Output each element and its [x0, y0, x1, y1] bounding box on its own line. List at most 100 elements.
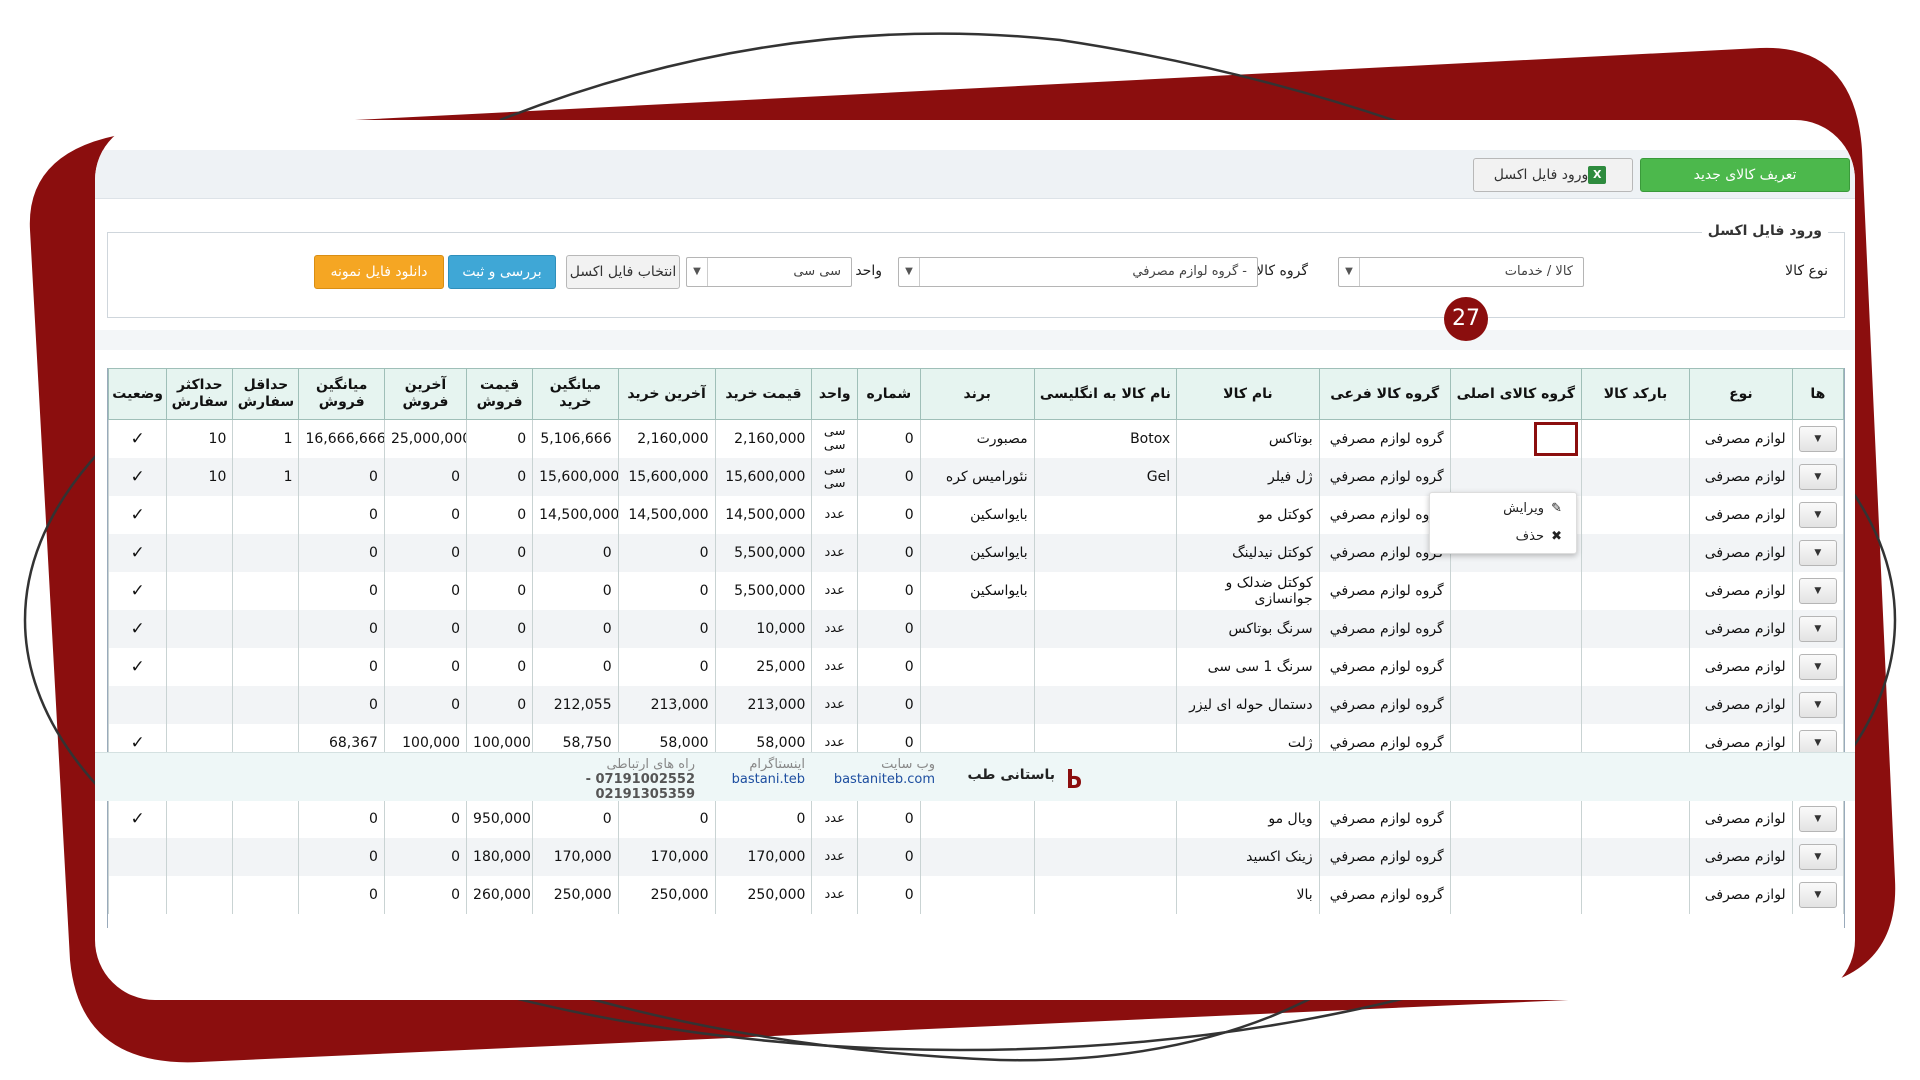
- cell-sub-group: گروه لوازم مصرفي: [1318, 838, 1451, 876]
- table-row[interactable]: ▼ لوازم مصرفی گروه لوازم مصرفي ویال مو 0 عدد 0…: [108, 800, 1844, 838]
- cell-sub-group: گروه لوازم مصرفي: [1318, 572, 1451, 610]
- row-actions-dropdown-button[interactable]: ▼: [1798, 540, 1837, 566]
- review-submit-button[interactable]: بررسی و ثبت: [448, 255, 556, 289]
- cell-type: لوازم مصرفی: [1689, 876, 1793, 914]
- excel-import-label: ورود فایل اکسل: [1493, 167, 1589, 183]
- row-action-cell: ▼: [1791, 496, 1844, 534]
- group-label: گروه کالا: [1256, 263, 1308, 279]
- cell-max-order: 10: [166, 458, 234, 496]
- cell-last-buy: 0: [617, 572, 716, 610]
- cell-number: 0: [857, 572, 921, 610]
- table-row[interactable]: ▼ لوازم مصرفی گروه لوازم مصرفي کوکتل نیدلین…: [108, 534, 1844, 572]
- website-link[interactable]: bastaniteb.com: [834, 772, 935, 787]
- cell-last-buy: 14,500,000: [617, 496, 716, 534]
- cell-buy-price: 10,000: [714, 610, 813, 648]
- cell-last-sell: 0: [383, 458, 468, 496]
- column-header: برند: [919, 368, 1035, 420]
- column-header: آخرین خرید: [617, 368, 716, 420]
- type-select-value: کالا / خدمات: [1504, 264, 1573, 279]
- row-actions-dropdown-button[interactable]: ▼: [1798, 654, 1837, 680]
- website-title: وب سایت: [881, 757, 935, 772]
- download-sample-button[interactable]: دانلود فایل نمونه: [314, 255, 444, 289]
- table-row[interactable]: ▼ لوازم مصرفی گروه لوازم مصرفي ژل فیلر Gel نئ…: [108, 458, 1844, 496]
- unit-select[interactable]: سی سی ▼: [686, 257, 852, 287]
- cell-avg-buy: 250,000: [532, 876, 619, 914]
- cell-last-buy: 250,000: [617, 876, 716, 914]
- row-actions-dropdown-button[interactable]: ▼: [1798, 578, 1837, 604]
- cell-min-order: [232, 800, 300, 838]
- cell-sub-group: گروه لوازم مصرفي: [1318, 686, 1451, 724]
- unit-select-value: سی سی: [793, 264, 841, 279]
- table-row[interactable]: ▼ لوازم مصرفی گروه لوازم مصرفي بالا 0 عدد 250,…: [108, 876, 1844, 914]
- table-body: ▼ لوازم مصرفی گروه لوازم مصرفي بوتاکس Botox م…: [108, 419, 1844, 914]
- cell-last-buy: 0: [617, 648, 716, 686]
- instagram-link[interactable]: bastani.teb: [725, 772, 805, 787]
- cell-sub-group: گروه لوازم مصرفي: [1318, 876, 1451, 914]
- cell-status: [108, 876, 168, 914]
- column-header: نام کالا به انگلیسی: [1033, 368, 1178, 420]
- row-actions-dropdown-button[interactable]: ▼: [1798, 806, 1837, 832]
- column-header: وضعیت: [108, 368, 168, 420]
- cell-last-sell: 0: [383, 496, 468, 534]
- cell-number: 0: [857, 648, 921, 686]
- row-actions-dropdown-button[interactable]: ▼: [1798, 426, 1837, 452]
- cell-sell-price: 260,000: [466, 876, 534, 914]
- table-row[interactable]: ▼ لوازم مصرفی گروه لوازم مصرفي سرنگ بوتاکس 0…: [108, 610, 1844, 648]
- cell-barcode: [1580, 496, 1691, 534]
- table-row[interactable]: ▼ لوازم مصرفی گروه لوازم مصرفي کوکتل مو بایو…: [108, 496, 1844, 534]
- footer-bar: باستانی طب وب سایت bastaniteb.com اینستا…: [95, 752, 1855, 802]
- table-row[interactable]: ▼ لوازم مصرفی گروه لوازم مصرفي سرنگ 1 سی سی…: [108, 648, 1844, 686]
- cell-brand: [919, 610, 1035, 648]
- table-row[interactable]: ▼ لوازم مصرفی گروه لوازم مصرفي کوکتل ضدلک و…: [108, 572, 1844, 610]
- cell-brand: [919, 838, 1035, 876]
- group-select[interactable]: - گروه لوازم مصرفي ▼: [898, 257, 1258, 287]
- row-action-cell: ▼: [1791, 648, 1844, 686]
- column-header: حداکثر سفارش: [166, 368, 234, 420]
- cell-unit: عدد: [811, 648, 858, 686]
- cell-last-sell: 25,000,000: [383, 419, 468, 458]
- cell-unit: سی سی: [811, 419, 858, 458]
- cell-buy-price: 5,500,000: [714, 572, 813, 610]
- column-header: میانگین خرید: [532, 368, 619, 420]
- cell-unit: سی سی: [811, 458, 858, 496]
- cell-buy-price: 14,500,000: [714, 496, 813, 534]
- cell-min-order: [232, 496, 300, 534]
- cell-type: لوازم مصرفی: [1689, 686, 1793, 724]
- excel-import-panel: ورود فایل اکسل نوع کالا کالا / خدمات ▼ گ…: [107, 223, 1845, 318]
- cell-avg-sell: 0: [298, 686, 385, 724]
- table-row[interactable]: ▼ لوازم مصرفی گروه لوازم مصرفي زینک اکسید 0 ع…: [108, 838, 1844, 876]
- column-header: آخرین فروش: [383, 368, 468, 420]
- row-actions-dropdown-button[interactable]: ▼: [1798, 616, 1837, 642]
- cell-type: لوازم مصرفی: [1689, 419, 1793, 458]
- menu-item-edit[interactable]: ✎ ویرایش: [1430, 497, 1576, 521]
- cell-buy-price: 2,160,000: [714, 419, 813, 458]
- cell-min-order: [232, 876, 300, 914]
- cell-min-order: 1: [232, 419, 300, 458]
- cell-avg-sell: 0: [298, 838, 385, 876]
- cell-status: [108, 686, 168, 724]
- table-header-row: ها نوع بارکد کالا گروه کالای اصلی گروه کالا …: [108, 368, 1844, 420]
- table-row[interactable]: ▼ لوازم مصرفی گروه لوازم مصرفي بوتاکس Botox م…: [108, 419, 1844, 458]
- row-actions-dropdown-button[interactable]: ▼: [1798, 844, 1837, 870]
- cell-brand: [919, 876, 1035, 914]
- contact-phones: 07191002552 - 02191305359: [585, 772, 695, 802]
- row-actions-dropdown-button[interactable]: ▼: [1798, 882, 1837, 908]
- type-select[interactable]: کالا / خدمات ▼: [1338, 257, 1584, 287]
- row-actions-dropdown-button[interactable]: ▼: [1798, 502, 1837, 528]
- menu-item-delete-label: حذف: [1515, 529, 1544, 544]
- cell-name-en: [1033, 800, 1178, 838]
- new-item-button[interactable]: تعریف کالای جدید: [1640, 158, 1850, 192]
- cell-name-en: [1033, 648, 1178, 686]
- excel-import-button[interactable]: Xورود فایل اکسل: [1473, 158, 1633, 192]
- table-row[interactable]: ▼ لوازم مصرفی گروه لوازم مصرفي دستمال حوله …: [108, 686, 1844, 724]
- row-actions-dropdown-button[interactable]: ▼: [1798, 464, 1837, 490]
- cell-last-buy: 2,160,000: [617, 419, 716, 458]
- cell-sell-price: 0: [466, 610, 534, 648]
- menu-item-edit-label: ویرایش: [1503, 501, 1544, 516]
- choose-file-button[interactable]: انتخاب فایل اکسل: [566, 255, 680, 289]
- row-action-cell: ▼: [1791, 458, 1844, 496]
- menu-item-delete[interactable]: ✖ حذف: [1430, 525, 1576, 549]
- cell-type: لوازم مصرفی: [1689, 534, 1793, 572]
- row-actions-dropdown-button[interactable]: ▼: [1798, 692, 1837, 718]
- delete-icon: ✖: [1551, 529, 1562, 544]
